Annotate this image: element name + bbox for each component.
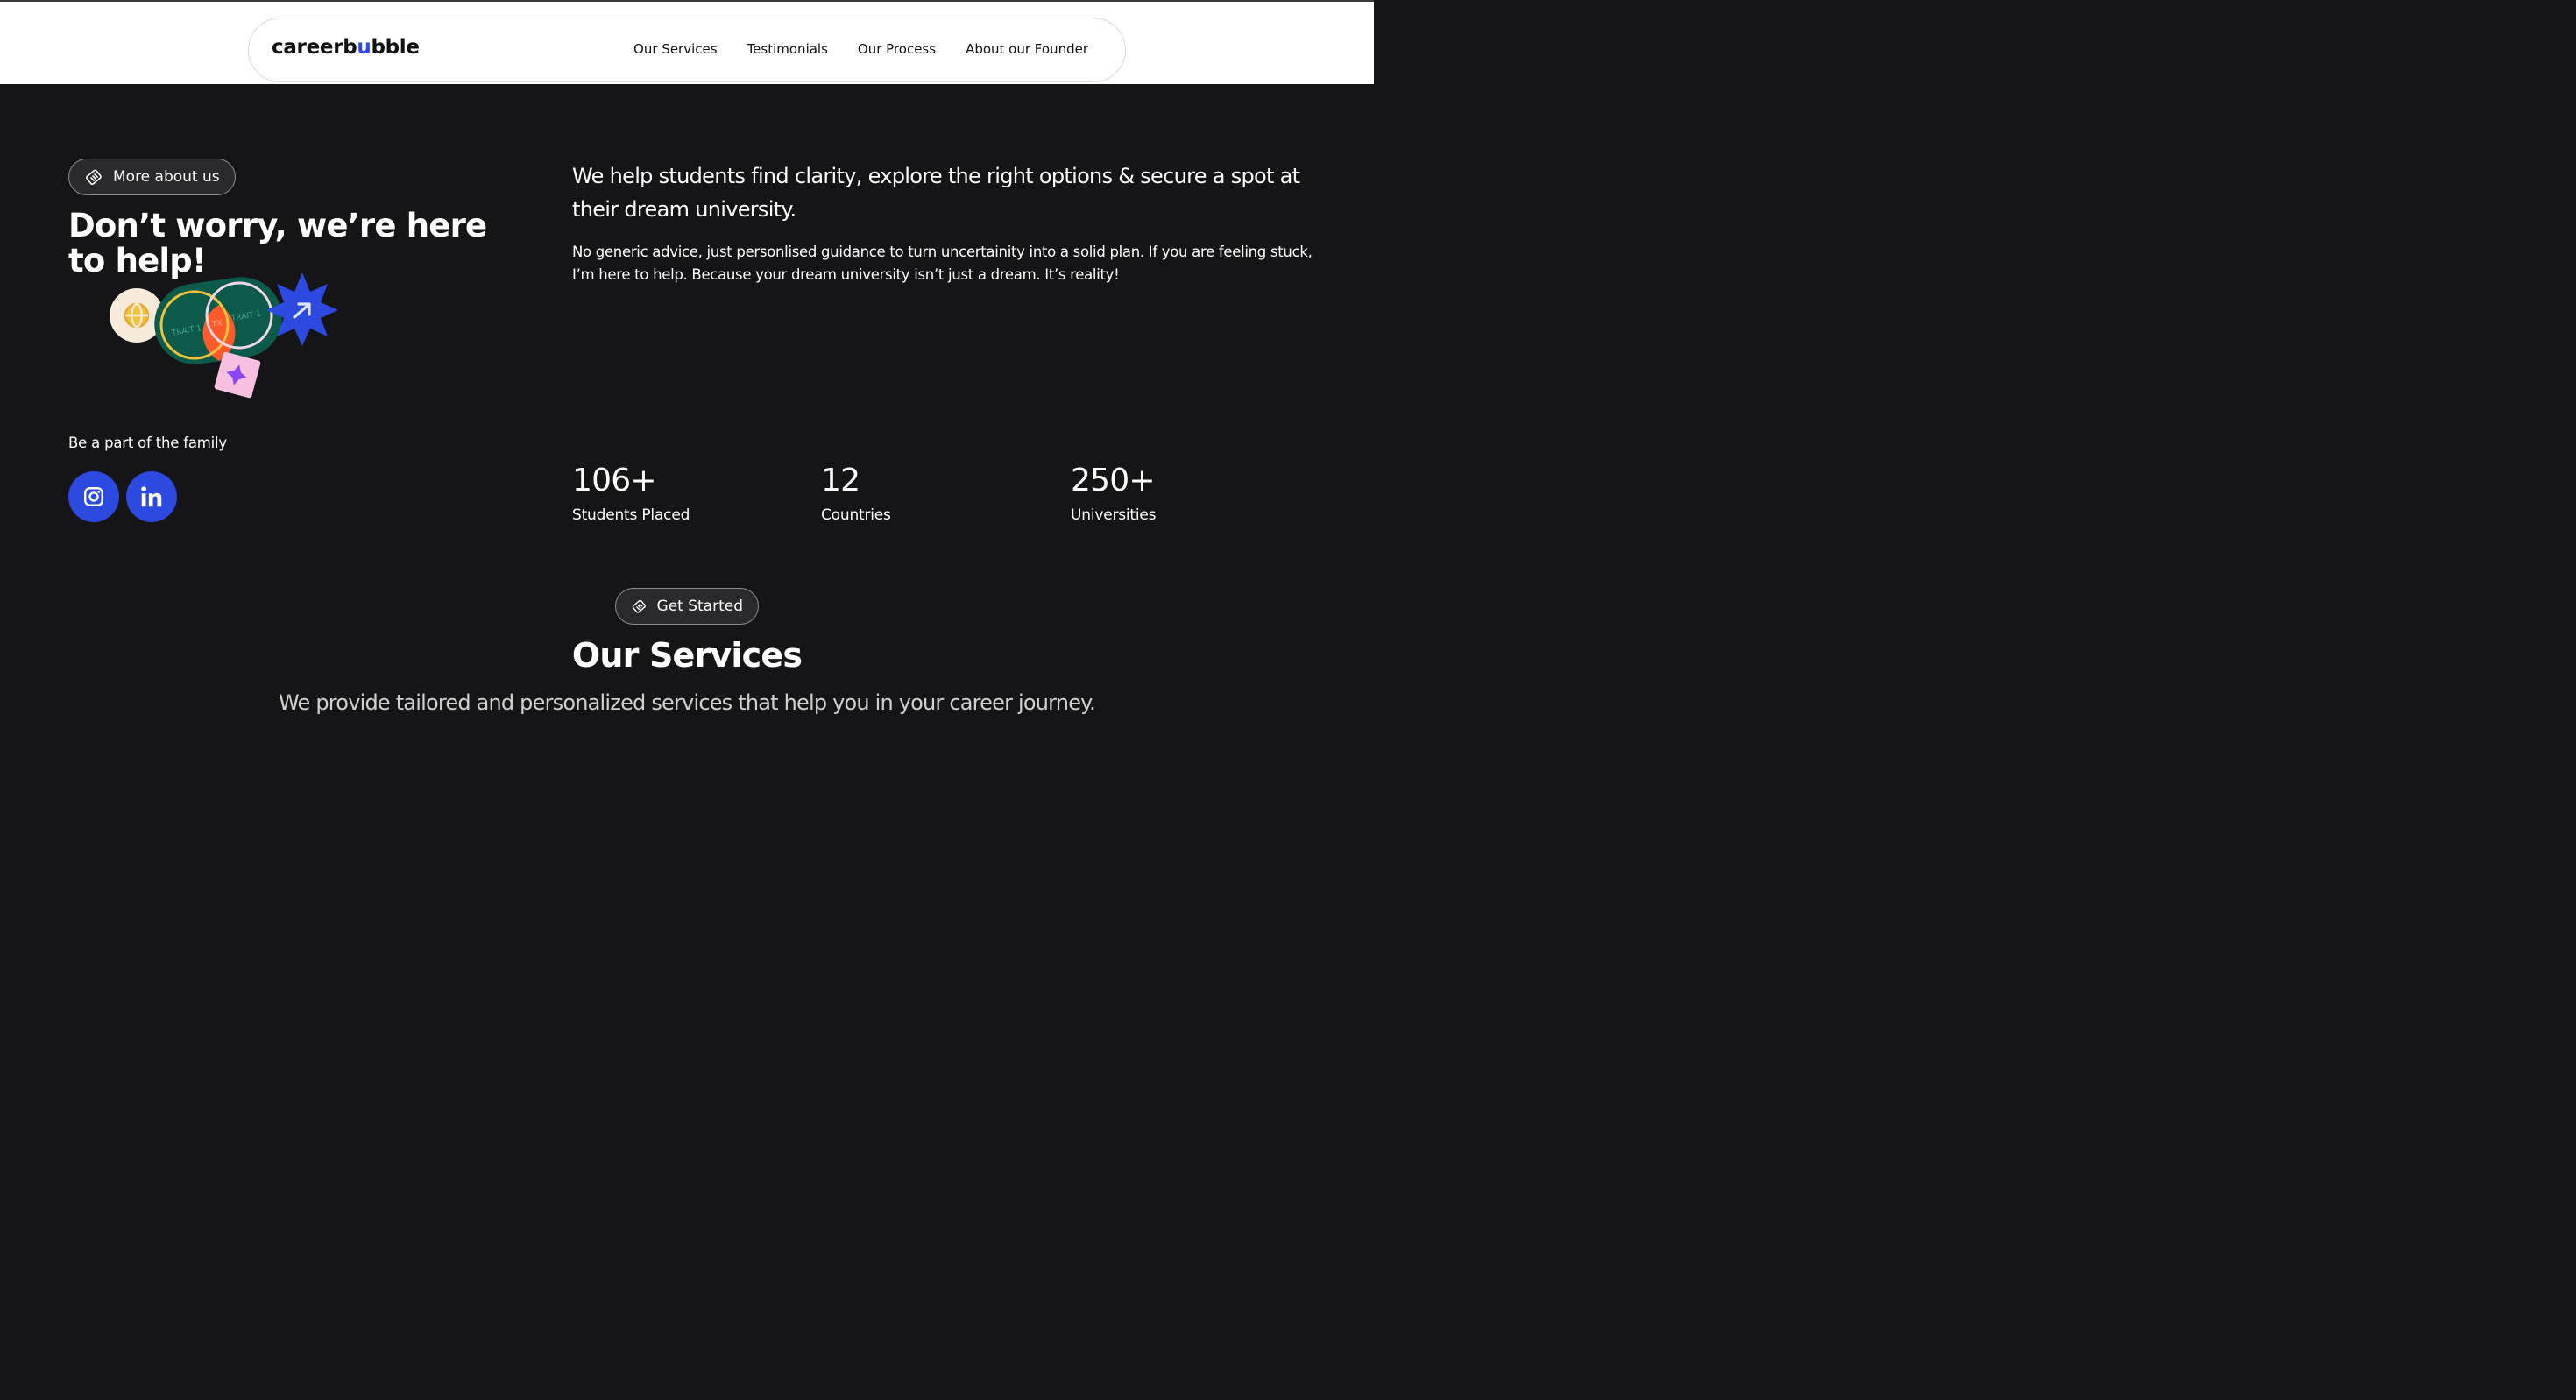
stat-value: 250+ <box>1071 463 1155 498</box>
linkedin-icon <box>141 486 162 507</box>
get-started-label: Get Started <box>656 597 743 615</box>
more-about-us-button[interactable]: More about us <box>68 159 236 195</box>
globe-icon <box>124 302 150 329</box>
services-subtitle: We provide tailored and personalized ser… <box>279 690 1096 715</box>
site-header: careerbubble Our Services Testimonials O… <box>0 0 1374 84</box>
handshake-icon <box>632 599 646 613</box>
logo-accent: u <box>357 36 372 59</box>
handshake-icon <box>86 169 102 185</box>
stat-label: Countries <box>821 506 891 524</box>
nav-link-testimonials[interactable]: Testimonials <box>747 41 828 57</box>
navbar: careerbubble Our Services Testimonials O… <box>248 18 1126 82</box>
about-body-text: No generic advice, just personlised guid… <box>572 244 1313 283</box>
hero-title: Don’t worry, we’re here to help! <box>68 207 487 279</box>
stat-universities: 250+ Universities <box>1071 461 1157 524</box>
stat-value: 12 <box>821 463 860 498</box>
stat-label: Universities <box>1071 506 1157 524</box>
more-about-us-label: More about us <box>113 168 220 186</box>
traits-illustration: TRAIT 1 TX TRAIT 1 <box>110 272 338 399</box>
stat-value: 106+ <box>572 463 656 498</box>
nav-link-our-services[interactable]: Our Services <box>633 41 718 57</box>
nav-link-about-founder[interactable]: About our Founder <box>966 41 1088 57</box>
logo-suffix: bble <box>371 36 420 59</box>
instagram-icon <box>84 487 103 506</box>
stat-students-placed: 106+ Students Placed <box>572 461 690 524</box>
about-lead-text: We help students find clarity, explore t… <box>572 164 1300 222</box>
family-label: Be a part of the family <box>68 435 227 451</box>
stat-label: Students Placed <box>572 506 690 524</box>
nav-link-our-process[interactable]: Our Process <box>858 41 936 57</box>
get-started-button[interactable]: Get Started <box>615 588 759 625</box>
linkedin-button[interactable] <box>126 471 177 522</box>
nav-links: Our Services Testimonials Our Process Ab… <box>633 41 1088 57</box>
logo-prefix: careerb <box>272 36 357 59</box>
instagram-button[interactable] <box>68 471 119 522</box>
careerbubble-logo[interactable]: careerbubble <box>272 36 420 59</box>
stat-countries: 12 Countries <box>821 461 891 524</box>
services-title: Our Services <box>571 636 803 675</box>
